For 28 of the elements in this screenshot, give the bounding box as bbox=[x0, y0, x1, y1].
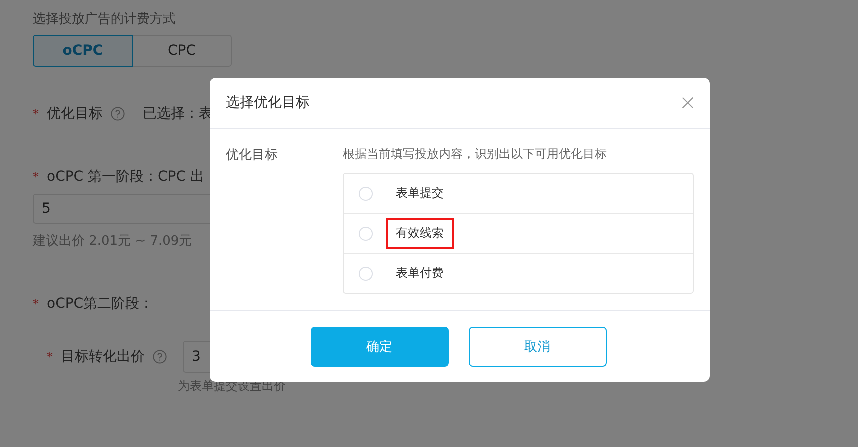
help-icon[interactable] bbox=[153, 350, 167, 364]
radio-button[interactable] bbox=[359, 186, 373, 200]
radio-button[interactable] bbox=[359, 226, 373, 240]
field-label: oCPC第二阶段： bbox=[47, 295, 154, 313]
option-label: 表单付费 bbox=[395, 265, 445, 282]
description-text: 根据当前填写投放内容，识别出以下可用优化目标 bbox=[343, 146, 608, 163]
option-label: 有效线索 bbox=[386, 218, 454, 249]
close-icon[interactable] bbox=[682, 97, 694, 109]
confirm-button[interactable]: 确定 bbox=[310, 327, 448, 367]
bid-hint: 建议出价 2.01元 ~ 7.09元 bbox=[33, 233, 192, 250]
dialog-title: 选择优化目标 bbox=[226, 94, 310, 112]
billing-mode-tab[interactable]: CPC bbox=[132, 35, 232, 67]
field-label: 优化目标 bbox=[47, 105, 103, 123]
section-title: 选择投放广告的计费方式 bbox=[33, 11, 177, 28]
option-label: 表单提交 bbox=[395, 185, 445, 202]
goal-option[interactable]: 有效线索 bbox=[344, 213, 693, 253]
help-icon[interactable] bbox=[111, 107, 125, 121]
required-mark: * bbox=[47, 350, 53, 364]
field-label: oCPC 第一阶段：CPC 出 bbox=[47, 168, 204, 186]
field-label: 优化目标 bbox=[226, 147, 279, 165]
billing-mode-tab[interactable]: oCPC bbox=[33, 35, 133, 67]
required-mark: * bbox=[33, 170, 39, 184]
field-label: 目标转化出价 bbox=[61, 348, 145, 366]
required-mark: * bbox=[33, 297, 39, 311]
goal-option[interactable]: 表单付费 bbox=[344, 253, 693, 293]
cancel-button[interactable]: 取消 bbox=[468, 327, 606, 367]
radio-button[interactable] bbox=[359, 266, 373, 280]
required-mark: * bbox=[33, 107, 39, 121]
